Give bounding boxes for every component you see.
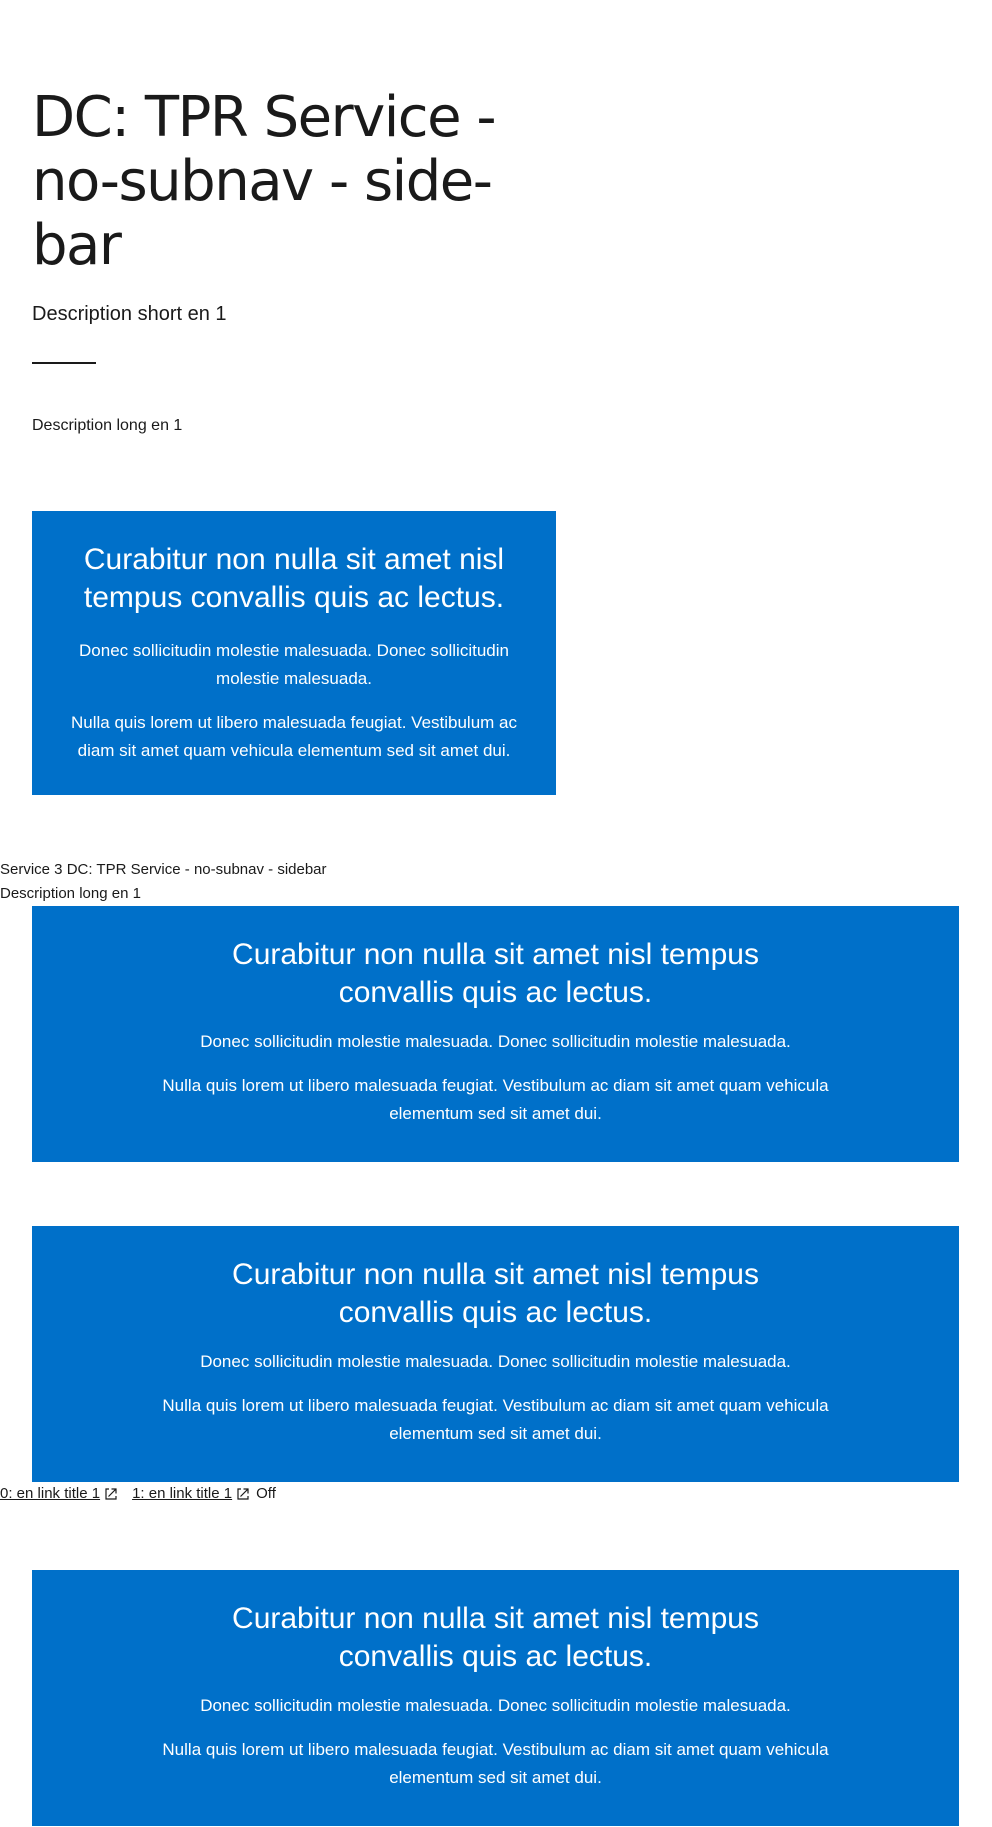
- promo-text: Donec sollicitudin molestie malesuada. D…: [200, 1352, 791, 1371]
- promo-heading: Curabitur non nulla sit amet nisl tempus…: [232, 938, 759, 1009]
- external-link-icon[interactable]: [104, 1487, 118, 1501]
- promo-banner-wide: Curabitur non nulla sit amet nisl tempus…: [32, 1570, 959, 1826]
- promo-text: Donec sollicitudin molestie malesuada. D…: [200, 1032, 791, 1051]
- promo-banner-wide: Curabitur non nulla sit amet nisl tempus…: [32, 1226, 959, 1482]
- link-list: 0: en link title 1 1: en link title 1 Of…: [0, 1482, 276, 1506]
- links-status: Off: [256, 1485, 276, 1502]
- hero: DC: TPR Service - no-subnav - side-bar D…: [0, 0, 992, 438]
- page-title: DC: TPR Service - no-subnav - side-bar: [32, 85, 497, 278]
- sidebar-service-title: Service 3 DC: TPR Service - no-subnav - …: [0, 861, 327, 878]
- external-link-icon[interactable]: [236, 1487, 250, 1501]
- long-description: Description long en 1: [32, 417, 183, 434]
- promo-heading: Curabitur non nulla sit amet nisl tempus…: [83, 543, 505, 614]
- promo-text: Nulla quis lorem ut libero malesuada feu…: [162, 1396, 829, 1443]
- promo-text: Nulla quis lorem ut libero malesuada feu…: [162, 1740, 829, 1787]
- promo-banner-wide: Curabitur non nulla sit amet nisl tempus…: [32, 906, 959, 1162]
- sidebar-long-description: Description long en 1: [0, 885, 141, 902]
- link-item-0[interactable]: 0: en link title 1: [0, 1482, 100, 1506]
- short-description: Description short en 1: [32, 303, 227, 325]
- sidebar: Service 3 DC: TPR Service - no-subnav - …: [0, 858, 327, 906]
- promo-text: Donec sollicitudin molestie malesuada. D…: [79, 641, 509, 688]
- promo-text: Nulla quis lorem ut libero malesuada feu…: [162, 1076, 829, 1123]
- promo-heading: Curabitur non nulla sit amet nisl tempus…: [232, 1258, 759, 1329]
- promo-text: Donec sollicitudin molestie malesuada. D…: [200, 1696, 791, 1715]
- link-item-1[interactable]: 1: en link title 1: [132, 1482, 232, 1506]
- promo-banner: Curabitur non nulla sit amet nisl tempus…: [32, 511, 556, 795]
- promo-text: Nulla quis lorem ut libero malesuada feu…: [70, 713, 518, 760]
- divider: [32, 362, 96, 364]
- promo-heading: Curabitur non nulla sit amet nisl tempus…: [232, 1602, 759, 1673]
